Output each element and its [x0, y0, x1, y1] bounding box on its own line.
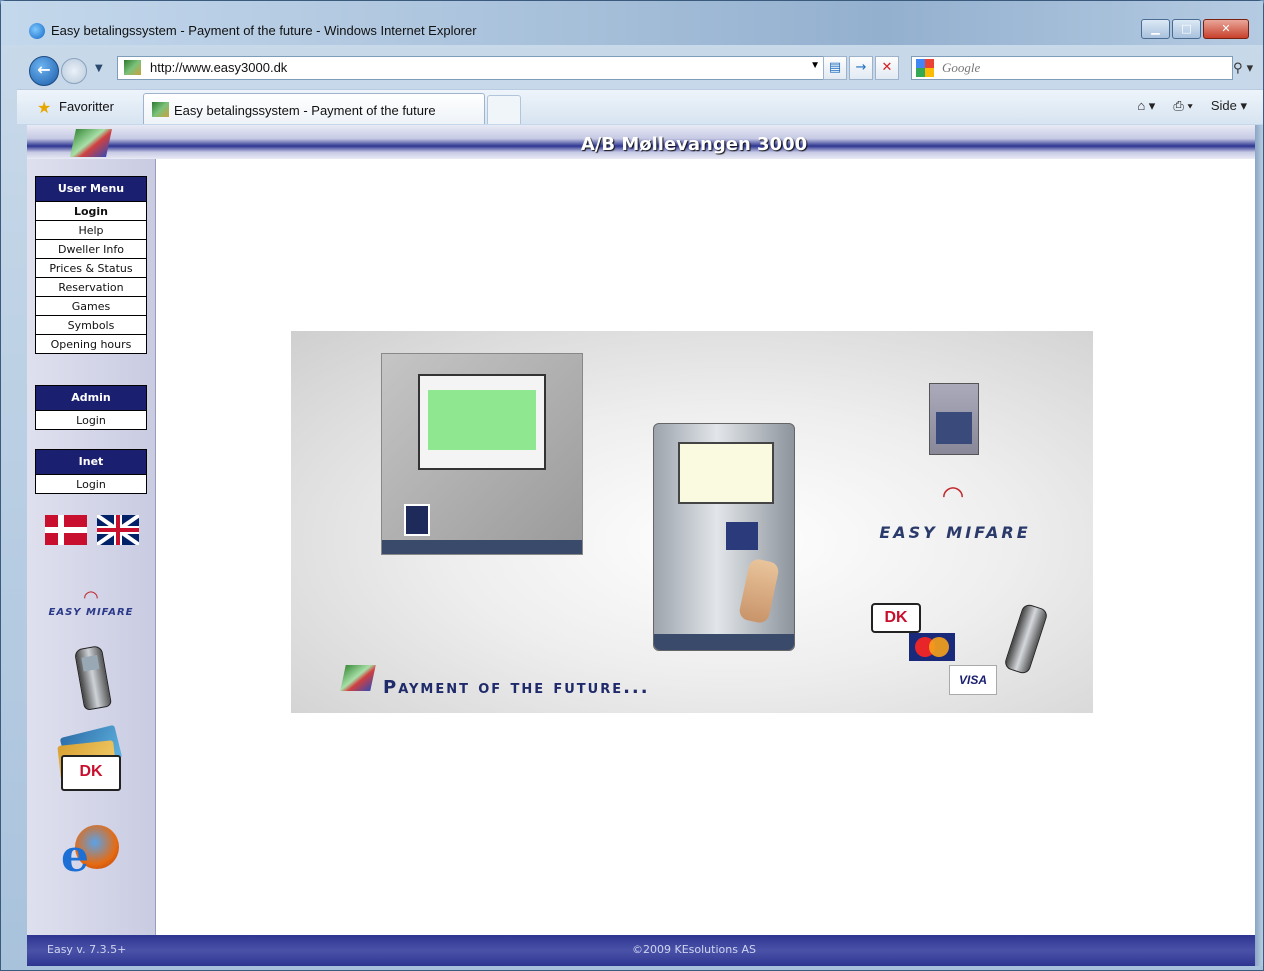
menu-item-symbols[interactable]: Symbols	[35, 316, 147, 335]
uk-flag-icon[interactable]	[97, 515, 139, 545]
page-header: A/B Møllevangen 3000	[27, 125, 1255, 159]
admin-login-item[interactable]: Login	[35, 411, 147, 430]
cards-icon: DK	[57, 724, 123, 791]
site-favicon-icon	[124, 60, 141, 75]
tab-title: Easy betalingssystem - Payment of the fu…	[174, 103, 436, 118]
refresh-icon[interactable]: →	[849, 56, 873, 80]
inet-login-item[interactable]: Login	[35, 475, 147, 494]
user-menu: User Menu Login Help Dweller Info Prices…	[35, 176, 147, 354]
title-bar[interactable]: Easy betalingssystem - Payment of the fu…	[1, 1, 1263, 45]
forward-button[interactable]	[61, 58, 87, 84]
minimize-button[interactable]: ▁	[1141, 19, 1170, 39]
menu-item-dweller-info[interactable]: Dweller Info	[35, 240, 147, 259]
inet-menu: Inet Login	[35, 449, 147, 494]
home-icon[interactable]: ⌂ ▾	[1137, 98, 1155, 114]
menu-item-login[interactable]: Login	[35, 202, 147, 221]
banner-tagline: Payment of the future...	[383, 677, 650, 698]
menu-item-reservation[interactable]: Reservation	[35, 278, 147, 297]
back-button[interactable]: ←	[29, 56, 59, 86]
close-button[interactable]: ✕	[1203, 19, 1249, 39]
copyright-text: ©2009 KEsolutions AS	[632, 943, 756, 956]
url-dropdown-icon[interactable]: ▼	[810, 60, 820, 71]
dk-logo: DK	[871, 603, 921, 633]
product-banner: ◠ EASY MIFARE DK VISA Payment of the fut…	[291, 331, 1093, 713]
browser-logos-icon: e	[59, 819, 121, 881]
inet-menu-title: Inet	[35, 449, 147, 475]
banner-phone-icon	[1003, 602, 1049, 676]
window-title: Easy betalingssystem - Payment of the fu…	[51, 23, 477, 38]
wifi-icon: ◠	[83, 587, 99, 608]
menu-item-help[interactable]: Help	[35, 221, 147, 240]
page-menu-button[interactable]: Side ▾	[1211, 98, 1247, 114]
banner-wifi-icon: ◠	[941, 481, 965, 511]
ie-icon	[29, 23, 45, 39]
tab-favicon-icon	[152, 102, 169, 117]
address-bar: ← ▼ http://www.easy3000.dk ▼ ▤ → ✕ Googl…	[1, 49, 1263, 87]
danish-flag-icon[interactable]	[45, 515, 87, 545]
sidebar-mifare-text: EASY MIFARE	[48, 607, 134, 618]
address-bar-buttons: ▤ → ✕	[821, 56, 899, 80]
window-frame-edge	[1255, 125, 1263, 966]
wall-terminal-image	[381, 353, 583, 555]
favorites-button[interactable]: Favoritter	[59, 99, 114, 114]
url-text: http://www.easy3000.dk	[150, 60, 288, 75]
stop-icon[interactable]: ✕	[875, 56, 899, 80]
language-flags	[45, 515, 139, 545]
phone-icon	[73, 645, 113, 711]
back-icon: ←	[37, 60, 51, 79]
tab-active[interactable]: Easy betalingssystem - Payment of the fu…	[143, 93, 485, 124]
print-icon[interactable]: ⎙ ▾	[1173, 98, 1192, 114]
google-icon	[916, 59, 934, 77]
compatibility-icon[interactable]: ▤	[823, 56, 847, 80]
search-input[interactable]: Google	[911, 56, 1233, 80]
card-reader-image	[929, 383, 979, 455]
maximize-button[interactable]: □	[1172, 19, 1201, 39]
page-content: A/B Møllevangen 3000 User Menu Login Hel…	[27, 125, 1255, 966]
tagline-logo-icon	[340, 665, 376, 691]
window-controls: ▁ □ ✕	[1139, 19, 1249, 39]
history-dropdown-icon[interactable]: ▼	[95, 63, 103, 74]
sidebar: User Menu Login Help Dweller Info Prices…	[27, 159, 156, 935]
page-footer: Easy v. 7.3.5+ ©2009 KEsolutions AS	[27, 935, 1255, 966]
command-bar: ⌂ ▾ ⎙ ▾ Side ▾	[1137, 98, 1247, 114]
new-tab-button[interactable]	[487, 95, 521, 124]
browser-window: Easy betalingssystem - Payment of the fu…	[0, 0, 1264, 971]
banner-mifare-text: EASY MIFARE	[879, 523, 1031, 542]
standing-terminal-image	[653, 423, 795, 651]
url-input[interactable]: http://www.easy3000.dk ▼	[117, 56, 825, 80]
menu-item-prices-status[interactable]: Prices & Status	[35, 259, 147, 278]
admin-menu: Admin Login	[35, 385, 147, 430]
user-menu-title: User Menu	[35, 176, 147, 202]
menu-item-games[interactable]: Games	[35, 297, 147, 316]
menu-item-opening-hours[interactable]: Opening hours	[35, 335, 147, 354]
search-icon[interactable]: ⚲ ▾	[1233, 61, 1253, 76]
page-title: A/B Møllevangen 3000	[580, 134, 808, 155]
dk-card-label: DK	[61, 755, 121, 791]
visa-logo: VISA	[949, 665, 997, 695]
favorites-bar: ★ Favoritter Easy betalingssystem - Paym…	[17, 89, 1263, 124]
admin-menu-title: Admin	[35, 385, 147, 411]
page-menu-label: Side	[1210, 98, 1237, 113]
sidebar-mifare-logo: ◠ EASY MIFARE	[41, 587, 141, 619]
star-icon[interactable]: ★	[37, 98, 51, 117]
search-placeholder: Google	[942, 60, 981, 75]
mastercard-logo-icon	[909, 633, 955, 661]
